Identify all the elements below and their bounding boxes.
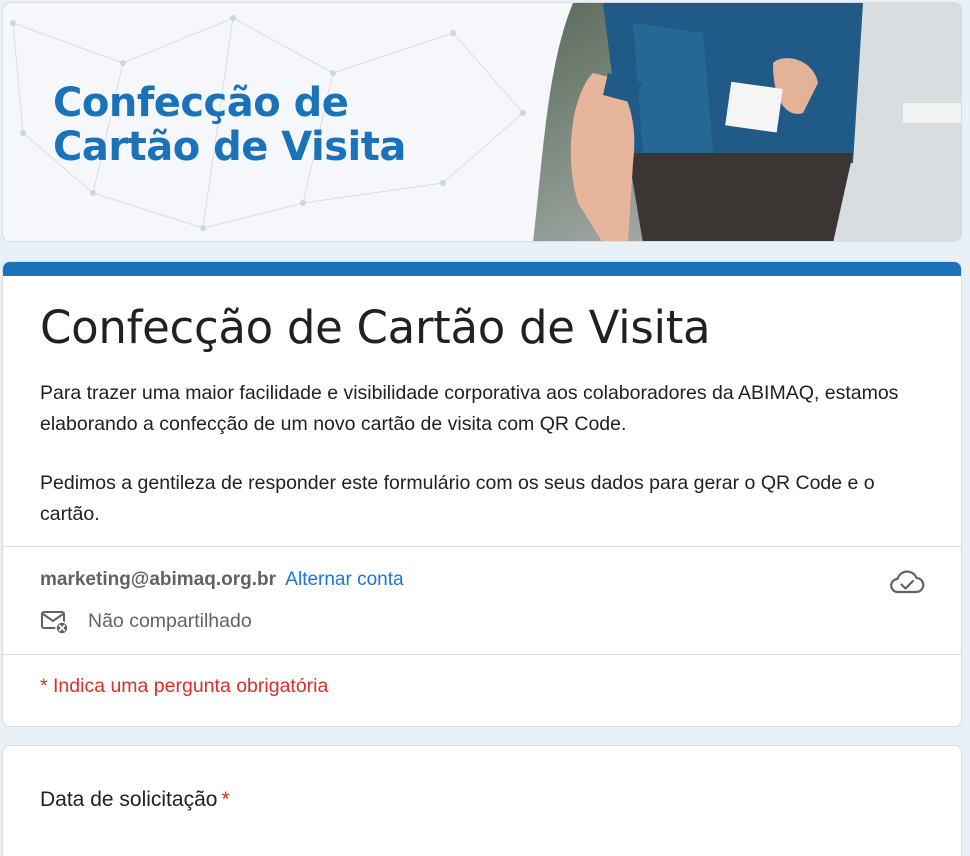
question-card-date: Data de solicitação * [2,745,962,856]
switch-account-link[interactable]: Alternar conta [285,569,403,590]
divider [3,654,961,655]
banner-title: Confecção de Cartão de Visita [53,81,406,169]
question-title: Data de solicitação [40,788,218,811]
header-banner: Confecção de Cartão de Visita [2,2,962,242]
account-row: marketing@abimaq.org.br Alternar conta [40,568,404,592]
question-label: Data de solicitação * [40,788,230,812]
form-header-card: Confecção de Cartão de Visita Para traze… [2,261,962,727]
banner-title-line1: Confecção de [53,80,349,126]
account-email: marketing@abimaq.org.br [40,569,277,590]
form-page: Confecção de Cartão de Visita Confecção … [0,0,970,856]
form-description-paragraph-2: Pedimos a gentileza de responder este fo… [40,472,875,525]
divider [3,546,961,547]
handshake-photo [533,3,961,241]
required-asterisk: * [221,788,230,811]
required-question-note: * Indica uma pergunta obrigatória [40,675,329,697]
form-description-paragraph-1: Para trazer uma maior facilidade e visib… [40,382,899,435]
cloud-check-icon [890,570,925,594]
header-accent-bar [3,262,961,276]
sharing-status-text: Não compartilhado [88,610,252,632]
mail-not-shared-icon [41,611,69,635]
form-title: Confecção de Cartão de Visita [40,301,711,354]
banner-title-line2: Cartão de Visita [53,124,406,170]
